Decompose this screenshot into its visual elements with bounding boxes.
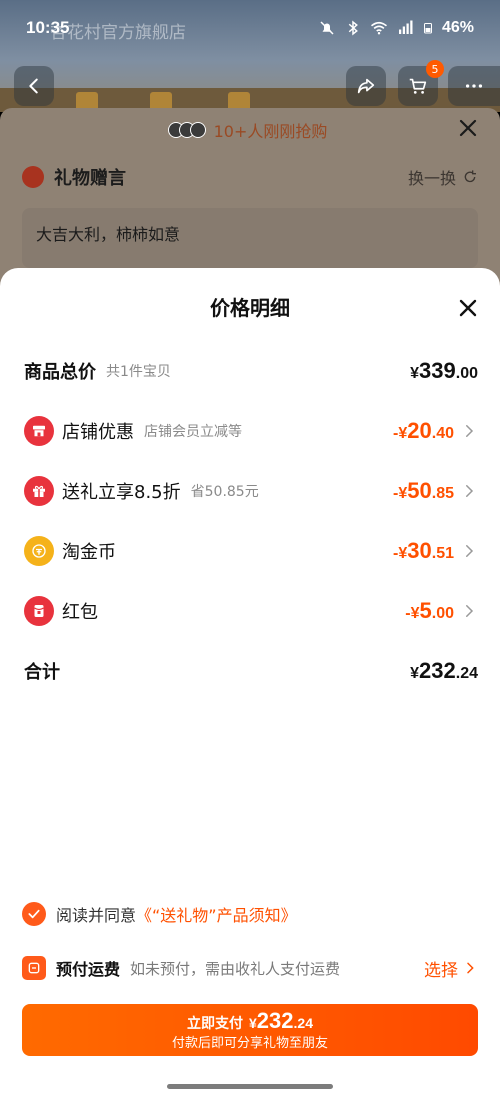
row-label: 淘金币 [62,542,116,563]
status-time: 10:35 [26,18,70,37]
gift-message-header: 礼物赠言 换一换 [0,152,500,190]
row-gift-discount[interactable]: 送礼立享8.5折 省50.85元 -¥ 50.85 [24,471,478,511]
gift-title-text: 礼物赠言 [54,168,126,189]
gift-message-box[interactable]: 大吉大利，柿柿如意 [22,208,478,268]
gift-icon [22,166,44,188]
close-icon[interactable] [456,296,480,320]
share-button[interactable] [346,66,386,106]
cart-button[interactable]: 5 [398,60,444,106]
row-red-packet[interactable]: 红包 -¥ 5.00 [24,591,478,631]
prepay-shipping-row[interactable]: 预付运费 如未预付，需由收礼人支付运费 选择 [22,954,478,982]
swap-button[interactable]: 换一换 [408,165,478,189]
gift-box-icon [24,476,54,506]
pay-now-button[interactable]: 立即支付 ¥232.24 付款后即可分享礼物至朋友 [22,1004,478,1056]
chevron-right-icon [466,485,474,497]
wifi-icon [370,21,387,35]
shipping-icon [22,956,46,980]
status-icons: 46% [318,19,474,37]
prepay-select-button[interactable]: 选择 [424,956,478,981]
row-sublabel: 店铺会员立减等 [144,424,242,440]
check-icon [28,909,40,919]
buyer-avatars [167,122,206,138]
battery-icon [423,23,432,34]
agreement-row: 阅读并同意 《“送礼物”产品须知》 [22,902,297,926]
pay-button-subtext: 付款后即可分享礼物至朋友 [171,1036,328,1051]
close-icon[interactable] [456,116,480,140]
cellular-signal-icon [398,20,413,34]
row-goods-total: 商品总价 共1件宝贝 ¥339.00 [24,351,478,391]
amount-value: ¥339.00 [410,358,478,383]
chevron-left-icon [29,78,38,94]
agree-checkbox[interactable] [22,902,46,926]
amount-value: -¥ 20.40 [393,418,454,443]
more-button[interactable] [448,66,500,106]
banner-text: 10+人刚刚抢购 [213,122,328,141]
price-detail-sheet: 价格明细 商品总价 共1件宝贝 ¥339.00 店铺优惠 店铺会员立减等 -¥ 2… [0,268,500,1100]
prepay-description: 如未预付，需由收礼人支付运费 [130,959,341,978]
home-indicator[interactable] [167,1084,333,1089]
gift-title: 礼物赠言 [22,164,126,190]
row-label: 合计 [24,662,60,683]
pay-button-main-text: 立即支付 ¥232.24 [187,1008,313,1033]
chevron-right-icon [466,605,474,617]
purchase-banner: 10+人刚刚抢购 [0,108,500,152]
row-total: 合计 ¥232.24 [24,651,478,691]
shop-icon [24,416,54,446]
row-sublabel: 共1件宝贝 [106,364,171,380]
panel-title: 价格明细 [210,296,290,320]
row-shop-discount[interactable]: 店铺优惠 店铺会员立减等 -¥ 20.40 [24,411,478,451]
bluetooth-icon [348,20,358,36]
chevron-right-icon [467,962,474,974]
red-packet-icon [24,596,54,626]
mute-bell-icon [320,21,334,35]
chevron-right-icon [466,545,474,557]
row-label: 红包 [62,602,98,623]
amount-value: -¥ 30.51 [393,538,454,563]
select-label: 选择 [424,960,458,981]
back-button[interactable] [14,66,54,106]
coin-icon [24,536,54,566]
swap-label: 换一换 [407,169,456,188]
amount-value: ¥232.24 [410,658,478,683]
row-taojinbi[interactable]: 淘金币 -¥ 30.51 [24,531,478,571]
cart-icon [409,78,427,94]
status-bar: 10:35 46% [0,0,500,56]
prepay-title: 预付运费 [56,960,121,979]
more-dots-icon [465,84,483,88]
amount-value: -¥ 50.85 [393,478,454,503]
chevron-right-icon [466,425,474,437]
agreement-text: 阅读并同意 [56,906,137,925]
share-icon [357,78,375,94]
amount-value: -¥ 5.00 [405,598,454,623]
row-label: 店铺优惠 [62,422,134,443]
cart-count-badge: 5 [426,60,444,78]
agreement-link[interactable]: 《“送礼物”产品须知》 [136,902,297,926]
row-label: 商品总价 [24,362,96,383]
row-label: 送礼立享8.5折 [62,482,181,503]
battery-percent: 46% [441,19,474,36]
refresh-icon [464,170,476,183]
row-sublabel: 省50.85元 [190,484,259,500]
